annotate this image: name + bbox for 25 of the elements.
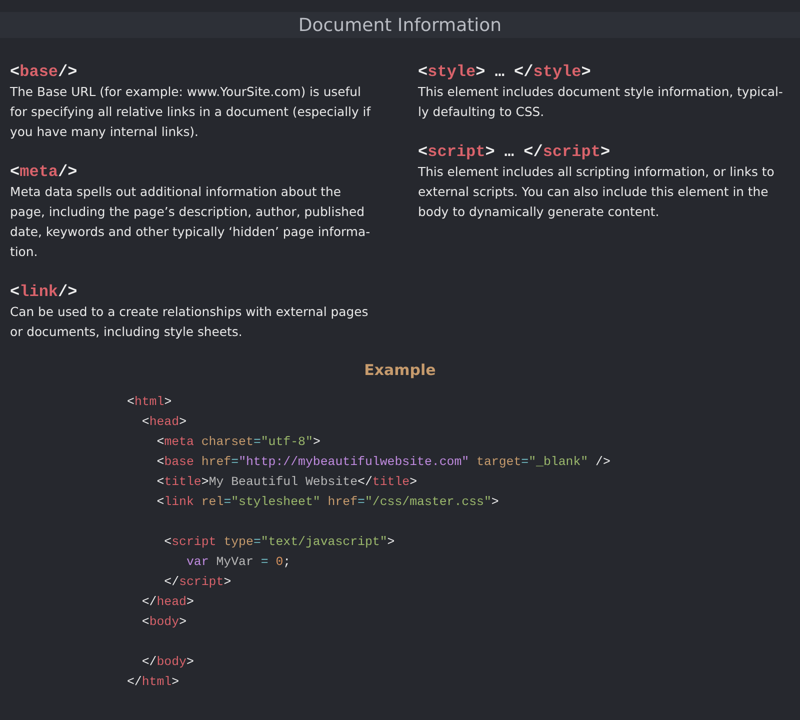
page-title: Document Information xyxy=(298,14,502,36)
code-line: <body> xyxy=(140,614,186,631)
description-text: Meta data spells out additional information about the page, including the page’s description, author, published date, keywords and other typically ‘hidden’ page informa-tion. xyxy=(10,183,372,261)
code-line: </html> xyxy=(127,674,180,691)
code-line: <script type="text/javascript"> xyxy=(163,534,395,551)
code-line: <title>My Beautiful Website</title> xyxy=(156,474,418,491)
code-line: <head> xyxy=(140,414,186,431)
tag-heading: <script> … </script> xyxy=(418,142,612,162)
code-line: <base href="http://mybeautifulwebsite.com" target="_blank" /> xyxy=(156,454,610,471)
description-text: Can be used to a create relationships with external pages or documents, including style sheets. xyxy=(10,303,370,341)
tag-heading: <style> … </style> xyxy=(418,62,592,82)
code-line: </head> xyxy=(140,594,194,611)
tag-heading: <link/> xyxy=(10,282,78,302)
description-text: The Base URL (for example: www.YourSite.com) is useful for specifying all relative links in a document (especially if you have many internal links). xyxy=(10,83,372,141)
code-line: var MyVar = 0; xyxy=(185,554,291,571)
description-text: This element includes all scripting information, or links to external scripts. You can also include this element in the body to dynamically generate content. xyxy=(418,163,776,221)
code-line: <meta charset="utf-8"> xyxy=(156,434,320,451)
description-text: This element includes document style information, typical-ly defaulting to CSS. xyxy=(418,83,784,121)
tag-heading: <base/> xyxy=(10,62,78,82)
example-title: Example xyxy=(363,360,437,380)
tag-heading: <meta/> xyxy=(10,162,78,182)
code-line: </script> xyxy=(163,574,232,591)
code-line: <html> xyxy=(127,394,172,411)
code-line: <link rel="stylesheet" href="/css/master.css"> xyxy=(156,494,499,511)
code-line: </body> xyxy=(140,654,194,671)
